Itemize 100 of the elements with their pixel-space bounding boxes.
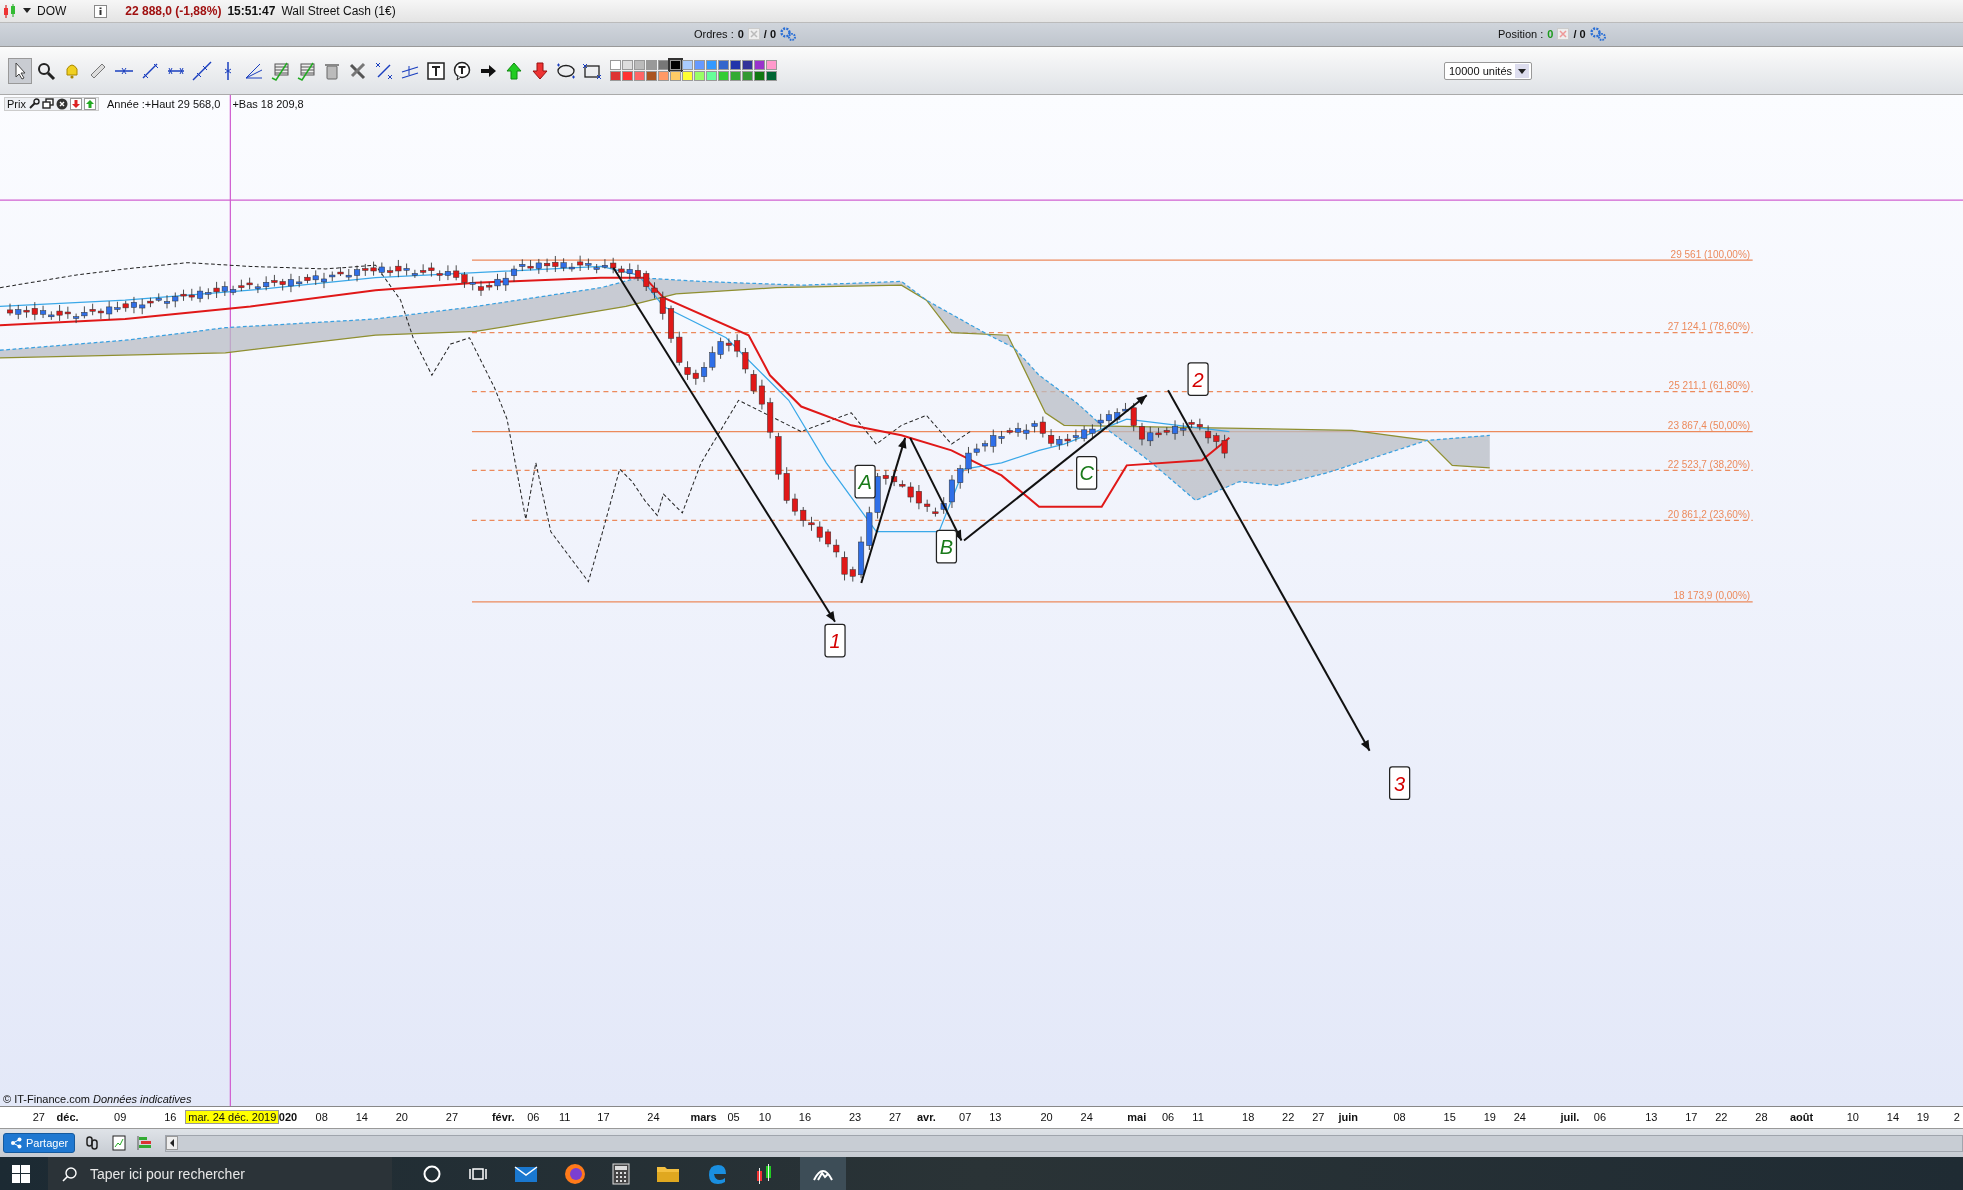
date-label: juil. xyxy=(1560,1111,1580,1123)
date-label: 20 xyxy=(395,1111,408,1123)
fibonacci-level-label: 22 523,7 (38,20%) xyxy=(1667,458,1751,470)
date-label: 24 xyxy=(1513,1111,1526,1123)
color-swatch[interactable] xyxy=(610,60,621,70)
color-swatch[interactable] xyxy=(646,71,657,81)
color-swatch[interactable] xyxy=(622,71,633,81)
units-dropdown[interactable]: 10000 unités xyxy=(1444,61,1532,80)
cursor-date-label: mar. 24 déc. 2019 xyxy=(185,1110,280,1124)
date-label: 19 xyxy=(1916,1111,1930,1123)
instrument-name: Wall Street Cash (1€) xyxy=(281,4,396,18)
date-label: 24 xyxy=(647,1111,660,1123)
price-change: 22 888,0 (-1,88%) xyxy=(125,4,222,18)
date-label: juin xyxy=(1338,1111,1359,1123)
search-field[interactable]: Taper ici pour rechercher xyxy=(88,1164,392,1183)
date-label: 27 xyxy=(889,1111,902,1123)
copyright-text: © IT-Finance.com Données indicatives xyxy=(3,1093,192,1105)
year-low-text: +Bas 18 209,8 xyxy=(232,98,304,110)
down-arrow-icon[interactable] xyxy=(69,98,82,110)
date-label: févr. xyxy=(491,1111,515,1123)
color-swatch[interactable] xyxy=(646,60,657,70)
color-swatch[interactable] xyxy=(754,60,765,70)
symbol-name[interactable]: DOW xyxy=(37,4,67,18)
calculator-icon[interactable] xyxy=(612,1162,630,1185)
caret-icon[interactable] xyxy=(23,8,31,14)
color-swatch[interactable] xyxy=(718,71,729,81)
windows-icon[interactable] xyxy=(41,98,54,110)
scroll-left-icon[interactable] xyxy=(166,1136,179,1150)
wrench-icon[interactable] xyxy=(27,98,40,110)
share-icon[interactable] xyxy=(10,1137,22,1149)
color-swatch[interactable] xyxy=(610,71,621,81)
fibonacci-level-label: 23 867,4 (50,00%) xyxy=(1667,420,1751,432)
browser-icon[interactable] xyxy=(706,1162,728,1185)
browser-icon[interactable] xyxy=(564,1162,586,1185)
up-arrow-icon[interactable] xyxy=(83,98,96,110)
color-swatch[interactable] xyxy=(670,71,681,81)
search-icon xyxy=(62,1165,78,1182)
color-swatch[interactable] xyxy=(706,60,717,70)
color-swatch[interactable] xyxy=(694,60,705,70)
color-swatch[interactable] xyxy=(658,60,669,70)
date-label: 19 xyxy=(1483,1111,1496,1123)
date-label: 06 xyxy=(1593,1111,1607,1123)
date-label: 11 xyxy=(558,1111,571,1123)
color-swatch[interactable] xyxy=(694,71,705,81)
settings-icon[interactable] xyxy=(780,27,797,41)
color-swatch[interactable] xyxy=(730,71,741,81)
color-swatch[interactable] xyxy=(754,71,765,81)
date-label: 16 xyxy=(164,1111,177,1123)
color-swatch[interactable] xyxy=(670,60,681,70)
color-swatch[interactable] xyxy=(718,60,729,70)
date-label: mai xyxy=(1127,1111,1147,1123)
position-count: 0 xyxy=(1547,28,1554,40)
mail-icon[interactable] xyxy=(514,1163,538,1184)
circle-icon[interactable] xyxy=(422,1163,442,1184)
date-label: 17 xyxy=(597,1111,610,1123)
report-icon[interactable] xyxy=(111,1135,128,1151)
color-swatch[interactable] xyxy=(634,71,645,81)
wave-label: A xyxy=(854,464,876,499)
share-button[interactable]: Partager xyxy=(3,1133,76,1153)
orders-count: 0 xyxy=(737,28,744,40)
color-swatch[interactable] xyxy=(766,60,777,70)
price-label: Prix xyxy=(7,98,26,110)
search-box[interactable]: Taper ici pour rechercher xyxy=(48,1157,392,1190)
date-label: 22 xyxy=(1282,1111,1295,1123)
date-label: 08 xyxy=(1393,1111,1406,1123)
color-swatch[interactable] xyxy=(622,60,633,70)
windows-logo-icon[interactable] xyxy=(12,1164,30,1183)
date-label: 08 xyxy=(315,1111,328,1123)
info-icon[interactable] xyxy=(94,4,108,18)
date-label: 20 xyxy=(1040,1111,1053,1123)
date-label: 10 xyxy=(1846,1111,1859,1123)
date-label: 22 xyxy=(1715,1111,1728,1123)
wave-label: 2 xyxy=(1187,362,1209,396)
date-label: 09 xyxy=(114,1111,127,1123)
date-label: 2 xyxy=(1953,1111,1960,1123)
wave-label: B xyxy=(935,529,958,564)
orders-label: Ordres : xyxy=(694,28,734,40)
fibonacci-level-label: 25 211,1 (61,80%) xyxy=(1668,380,1751,392)
date-label: 020 xyxy=(278,1111,298,1123)
year-high-text: Année :+Haut 29 568,0 xyxy=(106,98,221,110)
date-label: août xyxy=(1789,1111,1814,1123)
color-swatch[interactable] xyxy=(682,71,693,81)
color-swatch[interactable] xyxy=(682,60,693,70)
color-swatch[interactable] xyxy=(658,71,669,81)
date-label: 15 xyxy=(1443,1111,1456,1123)
fibonacci-level-label: 20 861,2 (23,60%) xyxy=(1667,508,1751,520)
chart-app-icon[interactable] xyxy=(800,1157,846,1190)
close-icon[interactable] xyxy=(55,98,68,110)
color-swatch[interactable] xyxy=(742,60,753,70)
color-swatch[interactable] xyxy=(766,71,777,81)
horizontal-scrollbar[interactable] xyxy=(165,1134,1963,1152)
candlestick-icon[interactable] xyxy=(754,1162,774,1185)
color-swatch[interactable] xyxy=(634,60,645,70)
settings-icon[interactable] xyxy=(1589,27,1606,41)
color-swatch[interactable] xyxy=(730,60,741,70)
caret-icon[interactable] xyxy=(1515,63,1529,78)
color-swatch[interactable] xyxy=(706,71,717,81)
color-swatch[interactable] xyxy=(742,71,753,81)
position-label: Position : xyxy=(1498,28,1544,40)
date-label: 27 xyxy=(445,1111,459,1123)
